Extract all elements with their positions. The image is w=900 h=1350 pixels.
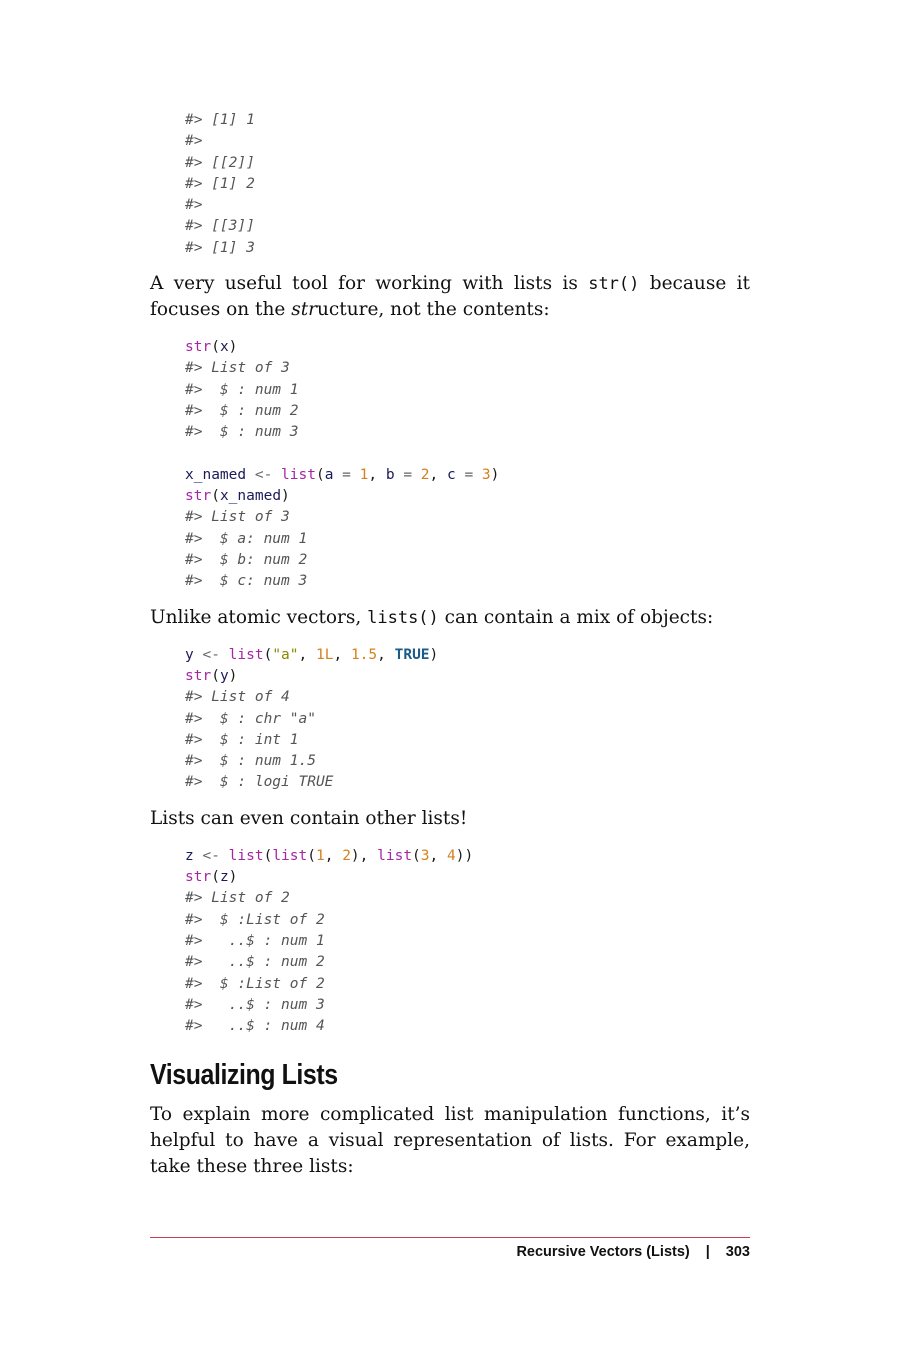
code-line: str(y) <box>185 667 238 684</box>
code-line: #> <box>185 197 203 214</box>
code-line: #> $ :List of 2 <box>185 911 325 928</box>
code-line: #> List of 2 <box>185 890 290 907</box>
code-line: y <- list("a", 1L, 1.5, TRUE) <box>185 646 439 663</box>
paragraph-nested-lists: Lists can even contain other lists! <box>150 807 468 829</box>
code-line: #> $ : logi TRUE <box>185 774 334 791</box>
code-block-output-list: #> [1] 1 #> #> [[2]] #> [1] 2 #> #> [[3]] #> [… <box>185 110 750 259</box>
code-line: #> ..$ : num 2 <box>185 954 325 971</box>
code-line: z <- list(list(1, 2), list(3, 4)) <box>185 847 474 864</box>
code-line: #> $ : chr "a" <box>185 710 316 727</box>
code-line: #> [1] 1 <box>185 112 255 128</box>
code-line: #> $ b: num 2 <box>185 552 308 569</box>
code-line: #> ..$ : num 3 <box>185 996 325 1013</box>
paragraph-visual-representation: To explain more complicated list manipul… <box>150 1104 750 1178</box>
footer-divider <box>150 1237 750 1238</box>
code-line: #> List of 4 <box>185 689 290 706</box>
code-line: #> $ a: num 1 <box>185 530 308 547</box>
code-block-mixed-list: y <- list("a", 1L, 1.5, TRUE) str(y) #> Li… <box>185 645 750 794</box>
code-line: #> $ : num 1 <box>185 381 299 398</box>
code-line: #> $ : int 1 <box>185 731 299 748</box>
code-line: #> [1] 2 <box>185 175 255 192</box>
code-block-nested-list: z <- list(list(1, 2), list(3, 4)) str(z) #… <box>185 846 750 1038</box>
paragraph-mix-objects: Unlike atomic vectors, lists() can conta… <box>150 606 714 628</box>
page-footer: Recursive Vectors (Lists) | 303 <box>150 1244 750 1260</box>
page-number: 303 <box>725 1244 750 1260</box>
code-block-str-examples: str(x) #> List of 3 #> $ : num 1 #> $ : num… <box>185 337 750 593</box>
footer-chapter-title: Recursive Vectors (Lists) <box>516 1244 690 1260</box>
inline-code-str: str() <box>588 274 640 295</box>
book-page: #> [1] 1 #> #> [[2]] #> [1] 2 #> #> [[3]] #> [… <box>0 0 900 1350</box>
code-line: x_named <- list(a = 1, b = 2, c = 3) <box>185 466 500 483</box>
code-line: #> List of 3 <box>185 509 290 526</box>
code-line: str(x_named) <box>185 488 290 505</box>
code-line: #> [1] 3 <box>185 239 255 256</box>
code-line: #> [[2]] <box>185 154 255 171</box>
code-line: #> $ : num 3 <box>185 424 299 441</box>
code-line: #> $ : num 1.5 <box>185 753 316 770</box>
code-line: #> ..$ : num 1 <box>185 932 325 949</box>
code-line: #> $ c: num 3 <box>185 573 308 590</box>
code-line: #> ..$ : num 4 <box>185 1018 325 1035</box>
code-line: #> [[3]] <box>185 218 255 235</box>
paragraph-str-tool: A very useful tool for working with list… <box>150 273 750 321</box>
inline-code-lists: lists() <box>367 607 439 628</box>
page-content: #> [1] 1 #> #> [[2]] #> [1] 2 #> #> [[3]] #> [… <box>150 110 750 1180</box>
code-line: str(x) <box>185 339 238 356</box>
code-line: #> <box>185 133 203 150</box>
section-heading: Visualizing Lists <box>150 1059 338 1092</box>
code-line: #> List of 3 <box>185 360 290 377</box>
code-line: str(z) <box>185 869 238 886</box>
code-line: #> $ :List of 2 <box>185 975 325 992</box>
code-line: #> $ : num 2 <box>185 402 299 419</box>
emphasis-str: str <box>291 299 317 321</box>
footer-separator: | <box>705 1244 710 1260</box>
